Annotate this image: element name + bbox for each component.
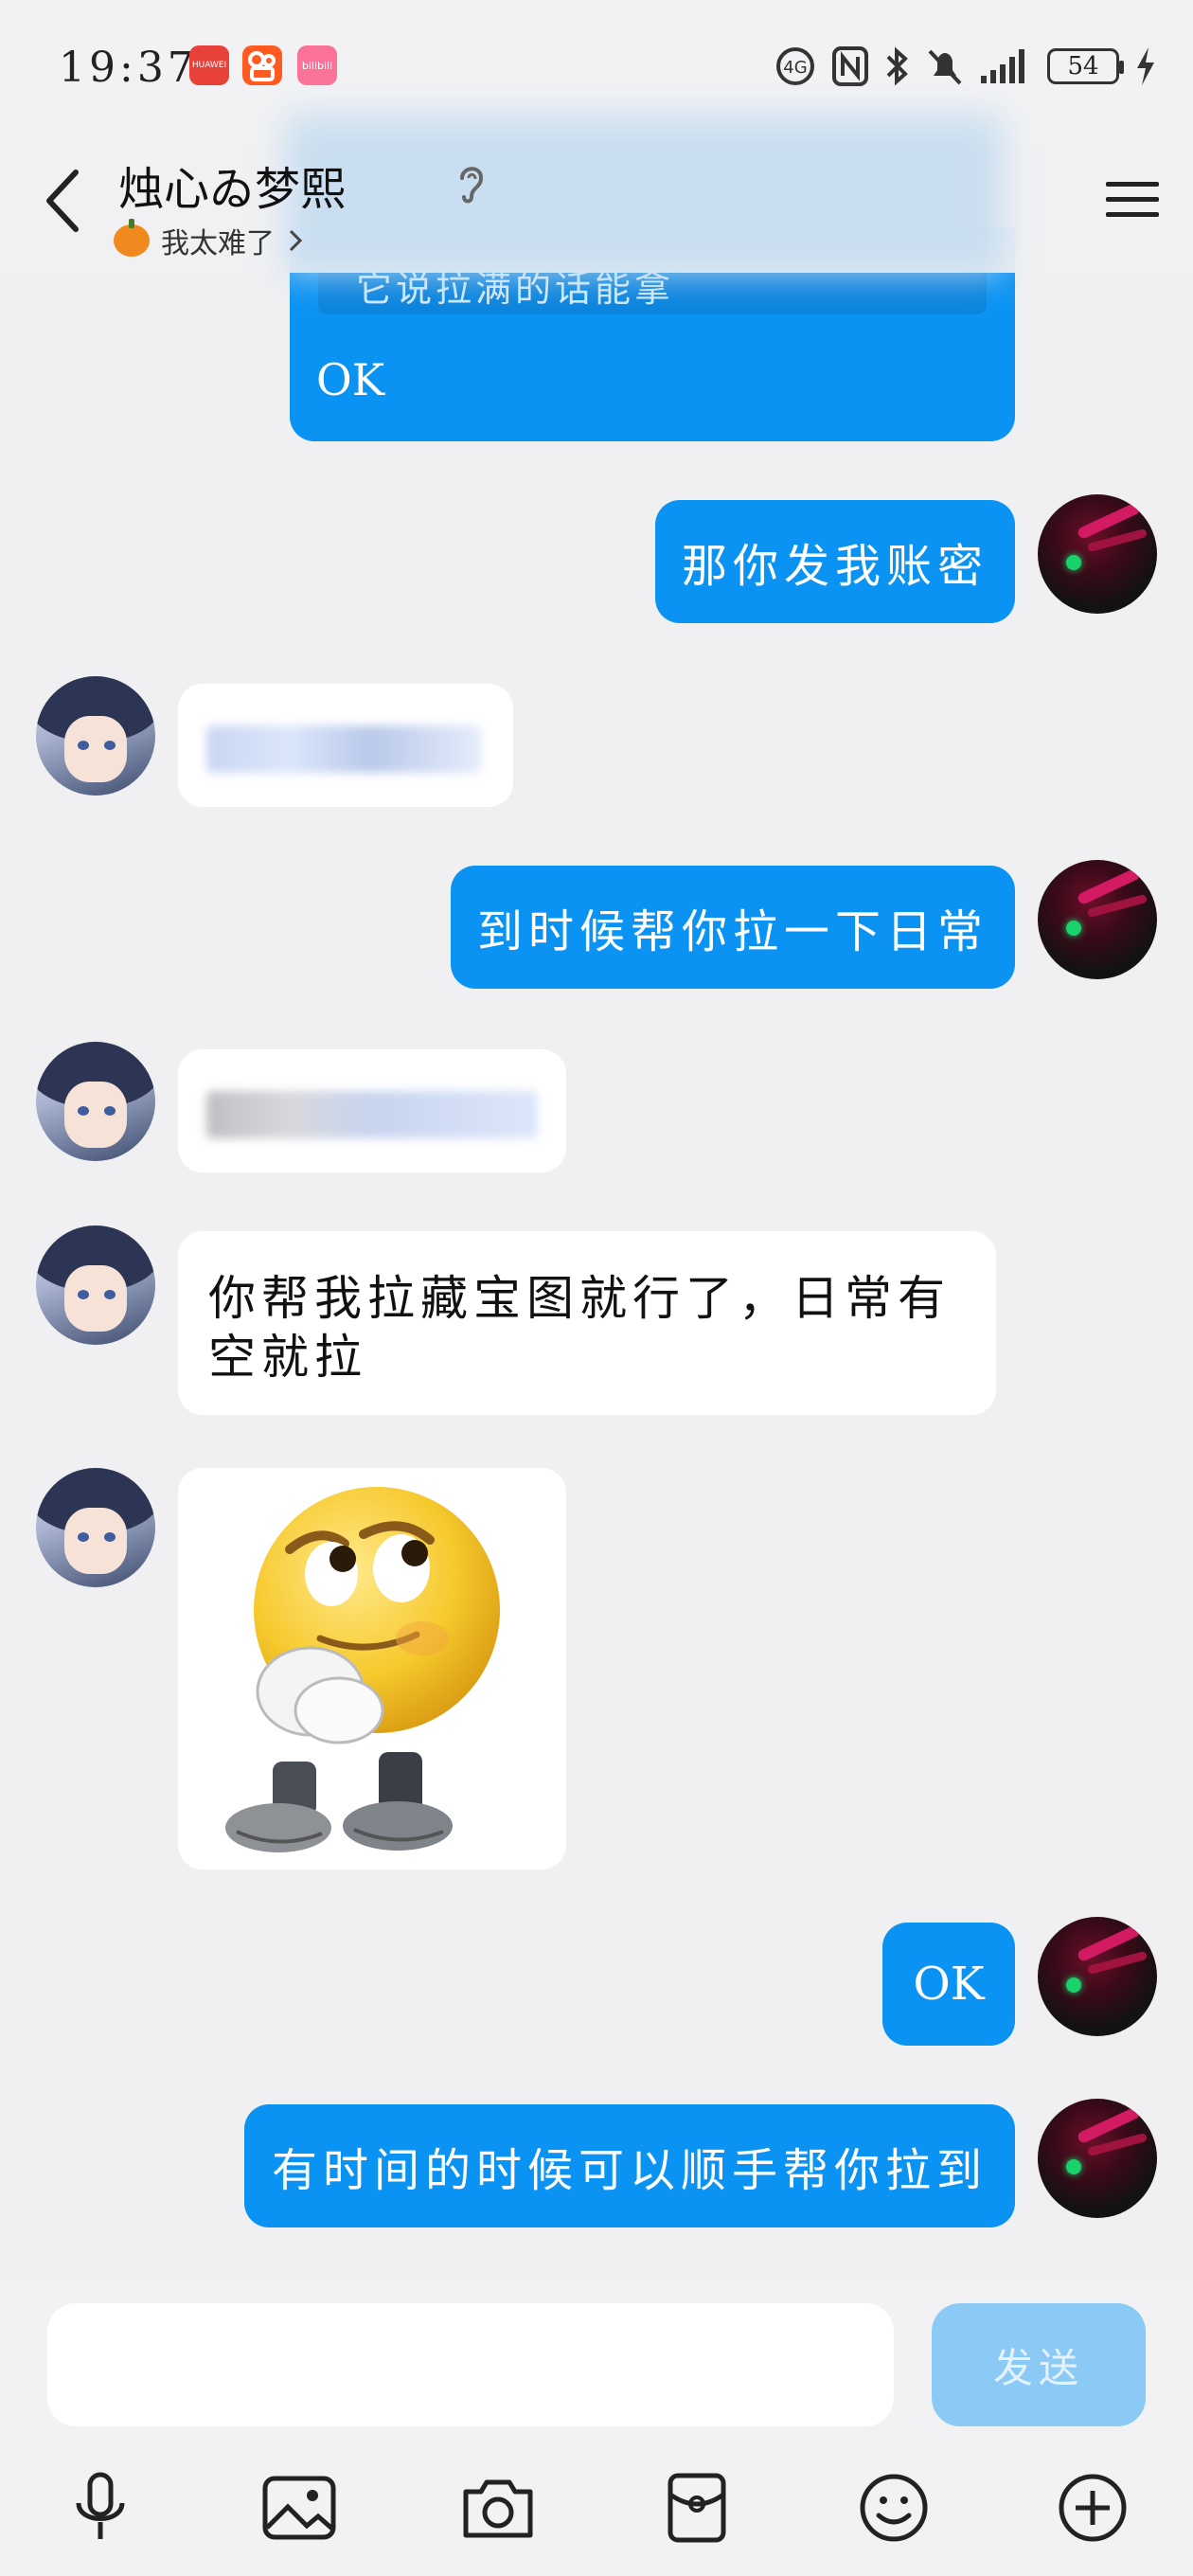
message-bubble-blurred[interactable]	[178, 1049, 566, 1172]
battery-indicator: 54	[1047, 48, 1124, 84]
menu-icon[interactable]	[1104, 176, 1161, 224]
my-avatar[interactable]	[1038, 860, 1157, 979]
ear-mode-icon[interactable]	[453, 159, 490, 206]
my-avatar[interactable]	[1038, 494, 1157, 614]
bluetooth-icon	[886, 46, 908, 86]
contact-status[interactable]: 我太难了	[114, 219, 305, 261]
message-bubble-blurred[interactable]	[178, 684, 513, 807]
friend-avatar[interactable]	[36, 1225, 155, 1345]
my-avatar[interactable]	[1038, 1917, 1157, 2036]
contact-name[interactable]: 烛心ゐ梦熙	[118, 152, 346, 218]
thinking-smiley-sticker[interactable]	[178, 1468, 566, 1869]
camera-icon[interactable]	[453, 2462, 543, 2553]
input-bar: 发送	[0, 2282, 1193, 2576]
redacted-text	[206, 1091, 538, 1138]
back-arrow-icon[interactable]	[40, 163, 87, 239]
message-text: OK	[913, 1958, 985, 2011]
emoji-icon[interactable]	[848, 2462, 939, 2553]
status-icons: 4G 54	[775, 45, 1157, 87]
friend-avatar[interactable]	[36, 676, 155, 796]
chevron-right-icon	[289, 229, 303, 252]
red-packet-icon[interactable]	[651, 2462, 742, 2553]
header-blur-overlay	[284, 114, 1004, 275]
friend-avatar[interactable]	[36, 1042, 155, 1161]
pumpkin-icon	[114, 219, 150, 257]
svg-text:4G: 4G	[783, 58, 807, 78]
huawei-app-icon: HUAWEI	[189, 45, 229, 85]
message-bubble-incoming[interactable]: 你帮我拉藏宝图就行了，日常有 空就拉	[178, 1231, 996, 1415]
message-text-line: 你帮我拉藏宝图就行了，日常有	[208, 1271, 951, 1326]
message-text: OK	[316, 354, 385, 405]
message-text: 有时间的时候可以顺手帮你拉到	[271, 2144, 988, 2197]
message-bubble-outgoing[interactable]: 有时间的时候可以顺手帮你拉到	[244, 2104, 1015, 2227]
message-bubble-outgoing[interactable]: 到时候帮你拉一下日常	[451, 866, 1015, 989]
bilibili-app-icon: bilibili	[297, 45, 337, 85]
message-input[interactable]	[47, 2303, 894, 2426]
my-avatar[interactable]	[1038, 2099, 1157, 2218]
mute-bell-icon	[928, 49, 962, 85]
redacted-text	[206, 725, 481, 773]
charging-icon	[1137, 47, 1154, 85]
nfc-icon	[832, 46, 868, 86]
plus-icon[interactable]	[1047, 2462, 1138, 2553]
message-text-line: 空就拉	[208, 1330, 367, 1385]
friend-avatar[interactable]	[36, 1468, 155, 1587]
clock: 19:37	[59, 44, 198, 92]
signal-icon	[981, 49, 1024, 83]
hd-calling-icon: 4G	[776, 47, 814, 85]
image-icon[interactable]	[254, 2462, 345, 2553]
message-bubble-outgoing[interactable]: 那你发我账密	[655, 500, 1015, 623]
kuaishou-app-icon	[242, 45, 282, 85]
message-text: 到时候帮你拉一下日常	[476, 905, 988, 958]
chat-header: 烛心ゐ梦熙 我太难了	[0, 114, 1193, 275]
contact-status-text: 我太难了	[161, 227, 275, 260]
message-bubble-outgoing[interactable]: OK	[882, 1923, 1015, 2046]
message-text: 那你发我账密	[681, 540, 988, 593]
microphone-icon[interactable]	[55, 2462, 146, 2553]
send-button[interactable]: 发送	[932, 2303, 1146, 2426]
